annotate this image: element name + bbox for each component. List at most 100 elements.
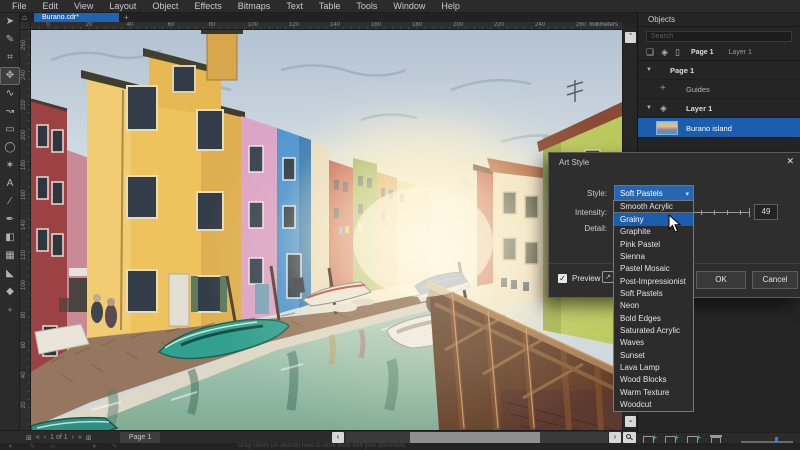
scroll-down-button[interactable]: ⌄ (625, 416, 636, 427)
style-option-warm-texture[interactable]: Warm Texture (614, 386, 693, 398)
intensity-value-field[interactable]: 49 (754, 204, 778, 220)
style-option-lava-lamp[interactable]: Lava Lamp (614, 361, 693, 373)
style-option-smooth-acrylic[interactable]: Smooth Acrylic (614, 201, 693, 213)
ruler-tick: 160 (371, 22, 381, 28)
tree-row-burano-island[interactable]: Burano island (638, 118, 800, 138)
tree-row-guides[interactable]: + Guides (638, 80, 800, 99)
close-icon[interactable]: ✕ (786, 156, 794, 167)
style-option-bold-edges[interactable]: Bold Edges (614, 312, 693, 324)
style-option-soft-pastels[interactable]: Soft Pastels (614, 287, 693, 299)
ruler-tick: 20 (21, 396, 27, 414)
style-option-sienna[interactable]: Sienna (614, 250, 693, 262)
menu-tools[interactable]: Tools (348, 0, 385, 13)
menu-bar: FileEditViewLayoutObjectEffectsBitmapsTe… (0, 0, 800, 13)
layers-view-icon[interactable]: ◈ (661, 47, 668, 58)
style-option-neon[interactable]: Neon (614, 300, 693, 312)
style-option-pink-pastel[interactable]: Pink Pastel (614, 238, 693, 250)
text-tool[interactable]: A (0, 175, 20, 193)
ruler-tick: 80 (209, 22, 216, 28)
horizontal-scrollbar-thumb[interactable] (410, 432, 540, 443)
eyedropper-tool[interactable]: ◣ (0, 265, 20, 283)
scroll-up-button[interactable]: ⌃ (625, 32, 636, 43)
tree-row-page[interactable]: ▼ Page 1 (638, 61, 800, 80)
scroll-right-button[interactable]: › (609, 432, 621, 443)
add-page-start-icon[interactable]: ⊞ (26, 434, 32, 442)
add-page-end-icon[interactable]: ⊞ (86, 434, 92, 442)
page-row-label: Page 1 (670, 66, 694, 75)
style-option-sunset[interactable]: Sunset (614, 349, 693, 361)
style-option-post-impressionist[interactable]: Post-Impressionist (614, 275, 693, 287)
preview-label: Preview (572, 274, 600, 283)
menu-text[interactable]: Text (278, 0, 311, 13)
menu-file[interactable]: File (4, 0, 35, 13)
page-view-icon[interactable]: ▯ (675, 47, 680, 58)
menu-view[interactable]: View (66, 0, 101, 13)
freehand-tool[interactable]: ∿ (0, 85, 20, 103)
curve-tool[interactable]: ↝ (0, 103, 20, 121)
style-dropdown-value: Soft Pastels (620, 189, 663, 198)
status-brush-icon: ✎ (112, 443, 117, 450)
objects-search-input[interactable]: Search (646, 31, 792, 42)
new-object-icon[interactable]: ❏ (646, 47, 654, 58)
style-dropdown[interactable]: Soft Pastels ▾ (614, 185, 694, 201)
dimension-tool[interactable]: ∕ (0, 193, 20, 211)
ruler-tick: 40 (21, 366, 27, 384)
ellipse-tool[interactable]: ◯ (0, 139, 20, 157)
rectangle-tool[interactable]: ▭ (0, 121, 20, 139)
ruler-tick: 100 (248, 22, 258, 28)
mesh-fill-tool[interactable]: ▦ (0, 247, 20, 265)
chevron-down-icon: ▾ (685, 190, 689, 198)
style-option-saturated-acrylic[interactable]: Saturated Acrylic (614, 324, 693, 336)
crop-tool[interactable]: ⌗ (0, 49, 20, 67)
fill-tool[interactable]: ◆ (0, 283, 20, 301)
guides-icon: + (660, 83, 666, 94)
cancel-button[interactable]: Cancel (752, 271, 798, 289)
expand-caret-icon[interactable]: ▼ (646, 67, 652, 73)
interactive-fill-tool[interactable]: ◧ (0, 229, 20, 247)
ruler-tick: 140 (21, 216, 27, 234)
menu-edit[interactable]: Edit (35, 0, 67, 13)
ruler-tick: 40 (127, 22, 134, 28)
ruler-tick: 80 (21, 306, 27, 324)
status-cursor-icon: ➤ (8, 443, 13, 450)
style-option-wood-blocks[interactable]: Wood Blocks (614, 374, 693, 386)
ruler-tick: 100 (21, 276, 27, 294)
shape-tool[interactable]: ✎ (0, 31, 20, 49)
menu-layout[interactable]: Layout (101, 0, 144, 13)
active-page-label: Page 1 (691, 49, 714, 56)
menu-effects[interactable]: Effects (186, 0, 229, 13)
last-page-button[interactable]: » (78, 434, 82, 441)
previous-page-button[interactable]: ‹ (44, 434, 46, 441)
menu-table[interactable]: Table (311, 0, 349, 13)
expand-caret-icon[interactable]: ▼ (646, 105, 652, 111)
first-page-button[interactable]: « (36, 434, 40, 441)
preview-checkbox[interactable]: ✓ (558, 274, 567, 283)
pick-tool[interactable]: ➤ (0, 13, 20, 31)
next-page-button[interactable]: › (72, 434, 74, 441)
style-option-pastel-mosaic[interactable]: Pastel Mosaic (614, 263, 693, 275)
horizontal-ruler: millimeters 0204060801001201401601802002… (31, 22, 622, 30)
ruler-tick: 120 (289, 22, 299, 28)
polygon-tool[interactable]: ✶ (0, 157, 20, 175)
style-option-graphite[interactable]: Graphite (614, 226, 693, 238)
scroll-left-button[interactable]: ‹ (332, 432, 344, 443)
menu-bitmaps[interactable]: Bitmaps (230, 0, 279, 13)
pen-tool[interactable]: ✒ (0, 211, 20, 229)
menu-help[interactable]: Help (433, 0, 468, 13)
ruler-tick: 240 (535, 22, 545, 28)
style-option-woodcut[interactable]: Woodcut (614, 399, 693, 411)
tree-row-layer[interactable]: ▼ ◈ Layer 1 (638, 99, 800, 118)
ruler-tick: 200 (21, 126, 27, 144)
zoom-magnifier-button[interactable] (623, 432, 636, 443)
pan-tool[interactable]: ✥ (0, 67, 20, 85)
menu-object[interactable]: Object (144, 0, 186, 13)
menu-window[interactable]: Window (385, 0, 433, 13)
object-row-label: Burano island (686, 124, 732, 133)
ruler-tick: 180 (412, 22, 422, 28)
horizontal-scrollbar[interactable] (346, 432, 608, 443)
ruler-tick: 60 (168, 22, 175, 28)
style-option-waves[interactable]: Waves (614, 337, 693, 349)
add-tool-button[interactable]: + (0, 301, 20, 319)
ok-button[interactable]: OK (696, 271, 746, 289)
style-option-grainy[interactable]: Grainy (614, 213, 693, 225)
